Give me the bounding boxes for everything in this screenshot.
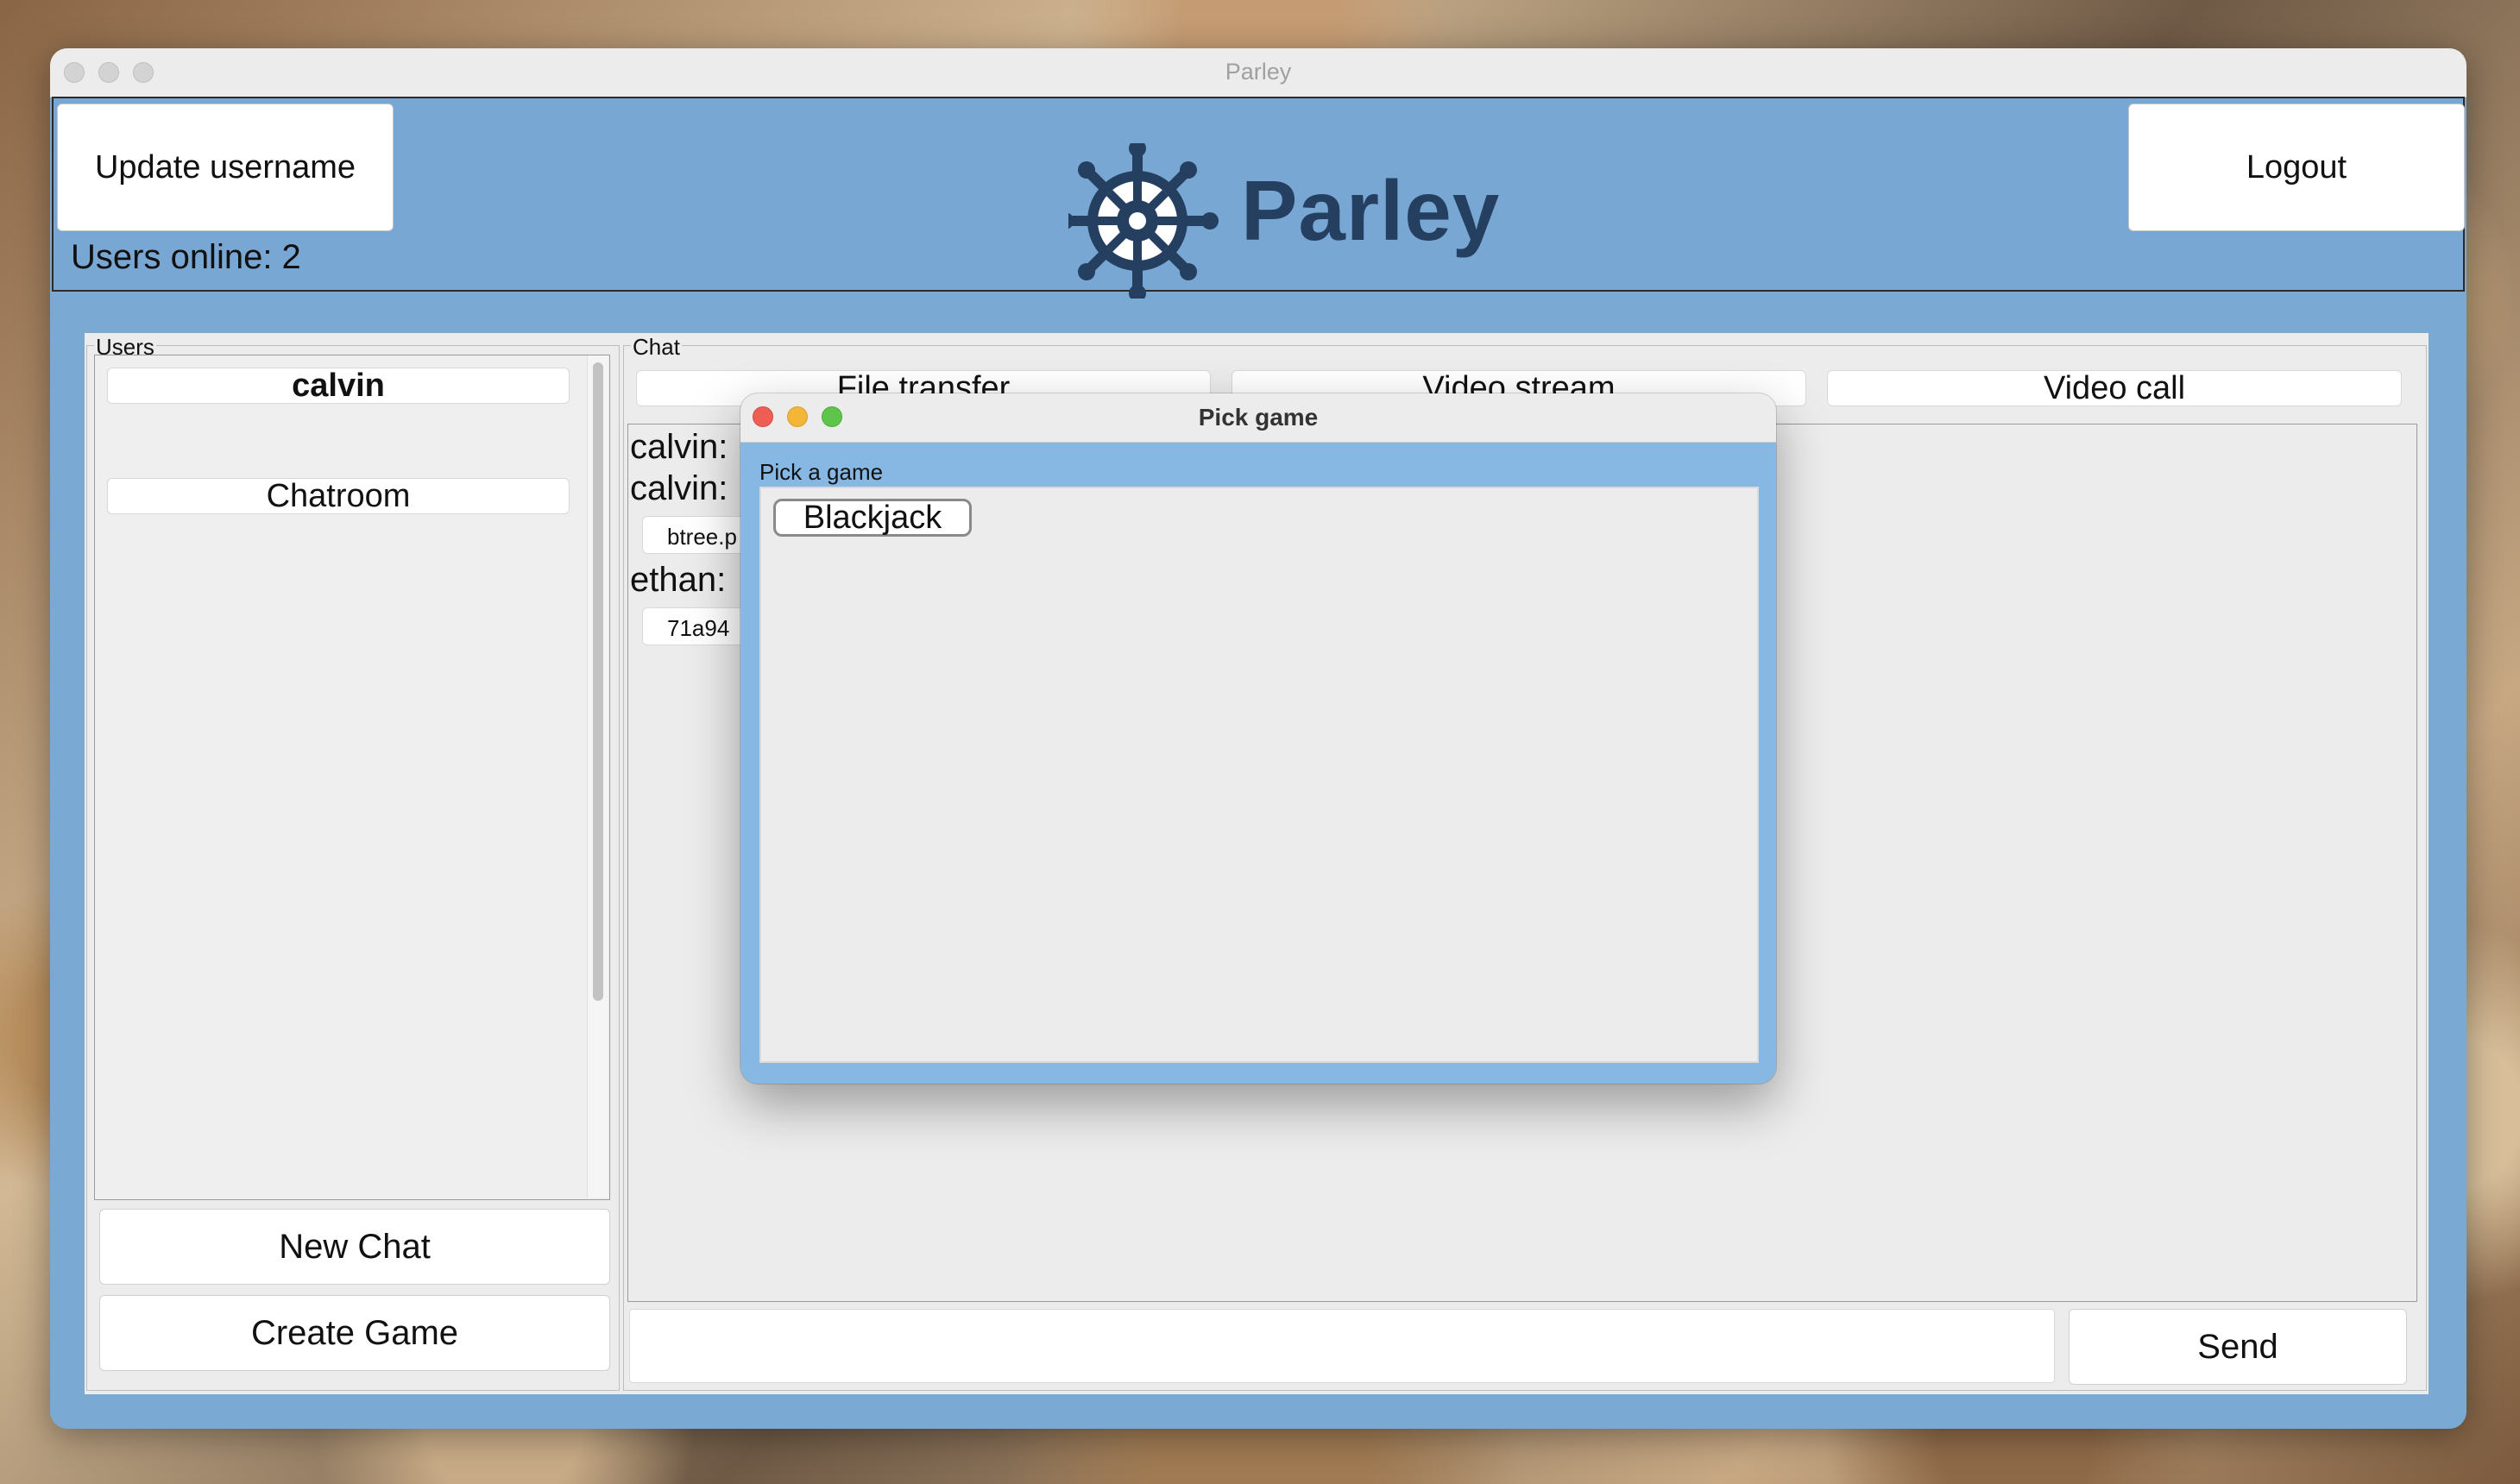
update-username-button[interactable]: Update username (57, 104, 394, 231)
send-button[interactable]: Send (2069, 1309, 2407, 1385)
user-item-calvin[interactable]: calvin (107, 368, 570, 404)
users-scrollbar-thumb[interactable] (593, 362, 603, 1001)
message-sender: ethan: (630, 561, 727, 599)
window-title: Parley (1225, 59, 1292, 85)
message-sender: calvin: (630, 469, 728, 507)
header-bar: Update username Logout Users online: 2 P… (52, 97, 2465, 302)
users-scrollbar[interactable] (587, 355, 608, 1198)
dialog-titlebar[interactable]: Pick game (740, 393, 1776, 443)
chat-group-label: Chat (631, 334, 682, 361)
parley-logo: Parley (1056, 140, 1499, 302)
users-list[interactable]: calvin Chatroom (94, 355, 610, 1200)
message-input[interactable] (629, 1309, 2055, 1383)
game-item-blackjack[interactable]: Blackjack (773, 499, 972, 537)
user-item-chatroom[interactable]: Chatroom (107, 478, 570, 514)
pick-a-game-label: Pick a game (759, 459, 884, 485)
logo-text: Parley (1241, 163, 1501, 258)
pick-game-dialog: Pick game Pick a game Blackjack (740, 393, 1776, 1084)
create-game-button[interactable]: Create Game (99, 1295, 610, 1371)
games-list[interactable]: Blackjack (759, 487, 1759, 1063)
users-online-count: Users online: 2 (71, 238, 301, 276)
new-chat-button[interactable]: New Chat (99, 1209, 610, 1285)
tab-video-call[interactable]: Video call (1827, 370, 2402, 406)
logout-button[interactable]: Logout (2128, 104, 2465, 231)
users-group: Users calvin Chatroom New Chat Create Ga… (86, 334, 620, 1391)
ship-wheel-icon (1056, 140, 1219, 302)
window-titlebar[interactable]: Parley (50, 48, 2466, 97)
dialog-title: Pick game (1198, 404, 1319, 431)
message-sender: calvin: (630, 428, 728, 466)
